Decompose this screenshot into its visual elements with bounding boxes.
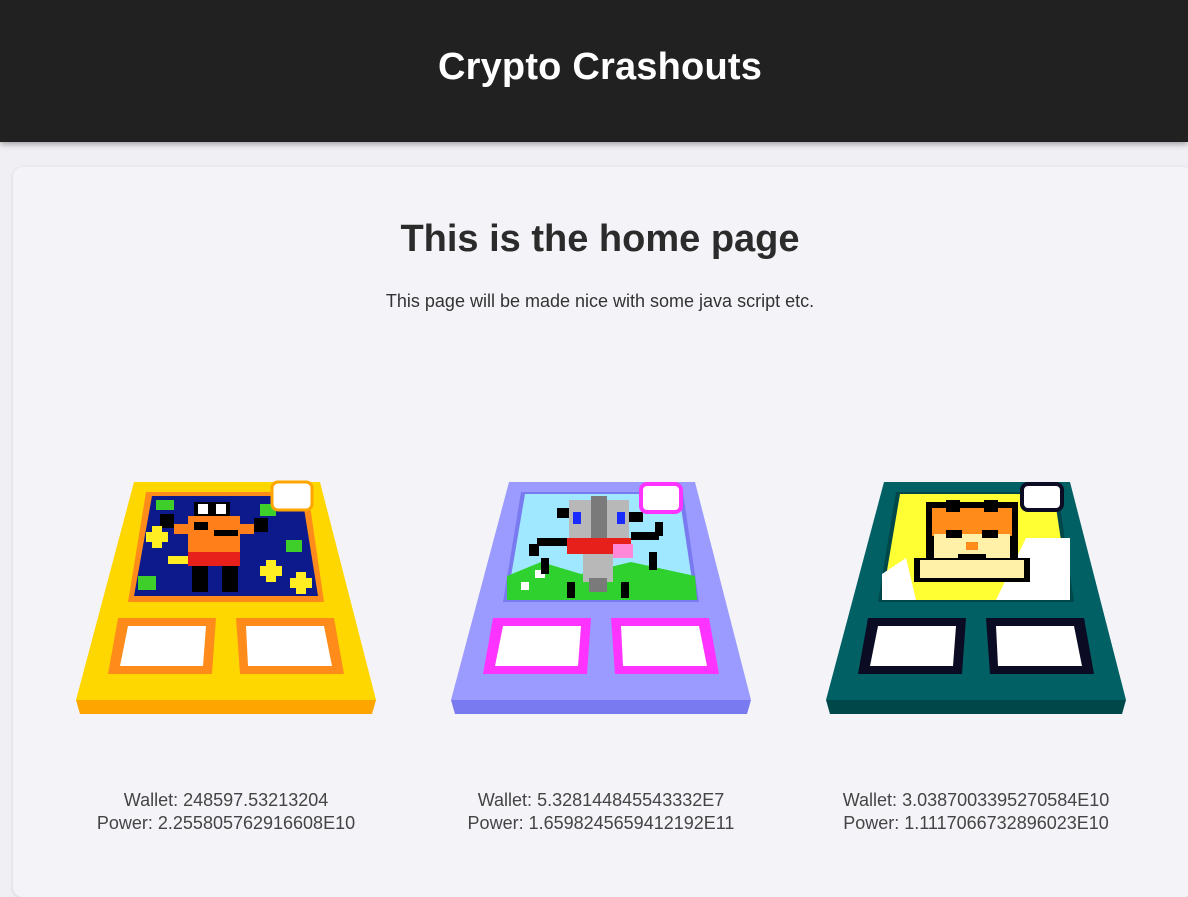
card-2-power: Power: 1.6598245659412192E11 (467, 813, 735, 833)
card-3-artwork (826, 482, 1126, 714)
card-2-wallet: Wallet: 5.328144845543332E7 (477, 790, 725, 810)
card-3-stats: Wallet: 3.0387003395270584E10 Power: 1.1… (776, 789, 1176, 835)
card-1-artwork (76, 480, 376, 714)
top-app-bar: Crypto Crashouts (0, 0, 1188, 142)
nft-card-3[interactable] (826, 478, 1126, 718)
card-2-stats: Wallet: 5.328144845543332E7 Power: 1.659… (401, 789, 801, 835)
app-title: Crypto Crashouts (437, 45, 763, 88)
card-1-power: Power: 2.255805762916608E10 (96, 813, 356, 833)
card-2-artwork (451, 482, 751, 714)
card-1-stats: Wallet: 248597.53213204 Power: 2.2558057… (26, 789, 426, 835)
page-title: This is the home page (400, 218, 800, 260)
nft-card-2[interactable] (451, 478, 751, 718)
card-3-power: Power: 1.1117066732896023E10 (843, 813, 1109, 833)
card-1-wallet: Wallet: 248597.53213204 (123, 790, 329, 810)
nft-card-1[interactable] (76, 478, 376, 718)
page-subtitle: This page will be made nice with some ja… (385, 291, 815, 311)
card-3-wallet: Wallet: 3.0387003395270584E10 (842, 790, 1110, 810)
